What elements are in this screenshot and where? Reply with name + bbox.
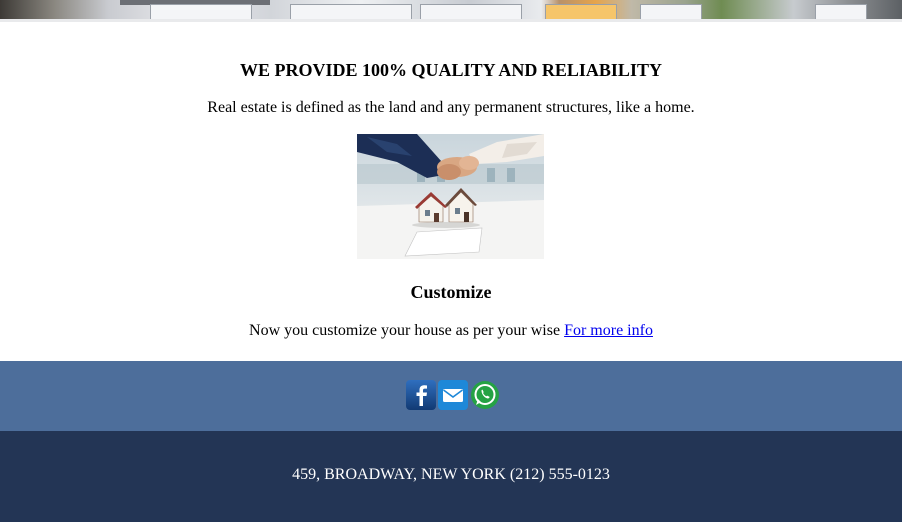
intro-text: Real estate is defined as the land and a…: [207, 99, 695, 116]
whatsapp-icon[interactable]: [470, 380, 500, 410]
customize-title: Customize: [410, 282, 492, 302]
email-icon[interactable]: [438, 380, 468, 410]
facebook-icon[interactable]: [406, 380, 436, 410]
customize-text: Now you customize your house as per your…: [249, 322, 561, 339]
customize-text-block: Now you customize your house as per your…: [0, 322, 902, 340]
social-icons: [406, 380, 500, 410]
handshake-house-image: [357, 134, 544, 259]
more-info-link[interactable]: For more info: [564, 322, 653, 339]
page-heading: WE PROVIDE 100% QUALITY AND RELIABILITY: [240, 60, 662, 80]
footer-address: 459, BROADWAY, NEW YORK (212) 555-0123: [292, 466, 610, 483]
hero-image: [0, 0, 902, 22]
